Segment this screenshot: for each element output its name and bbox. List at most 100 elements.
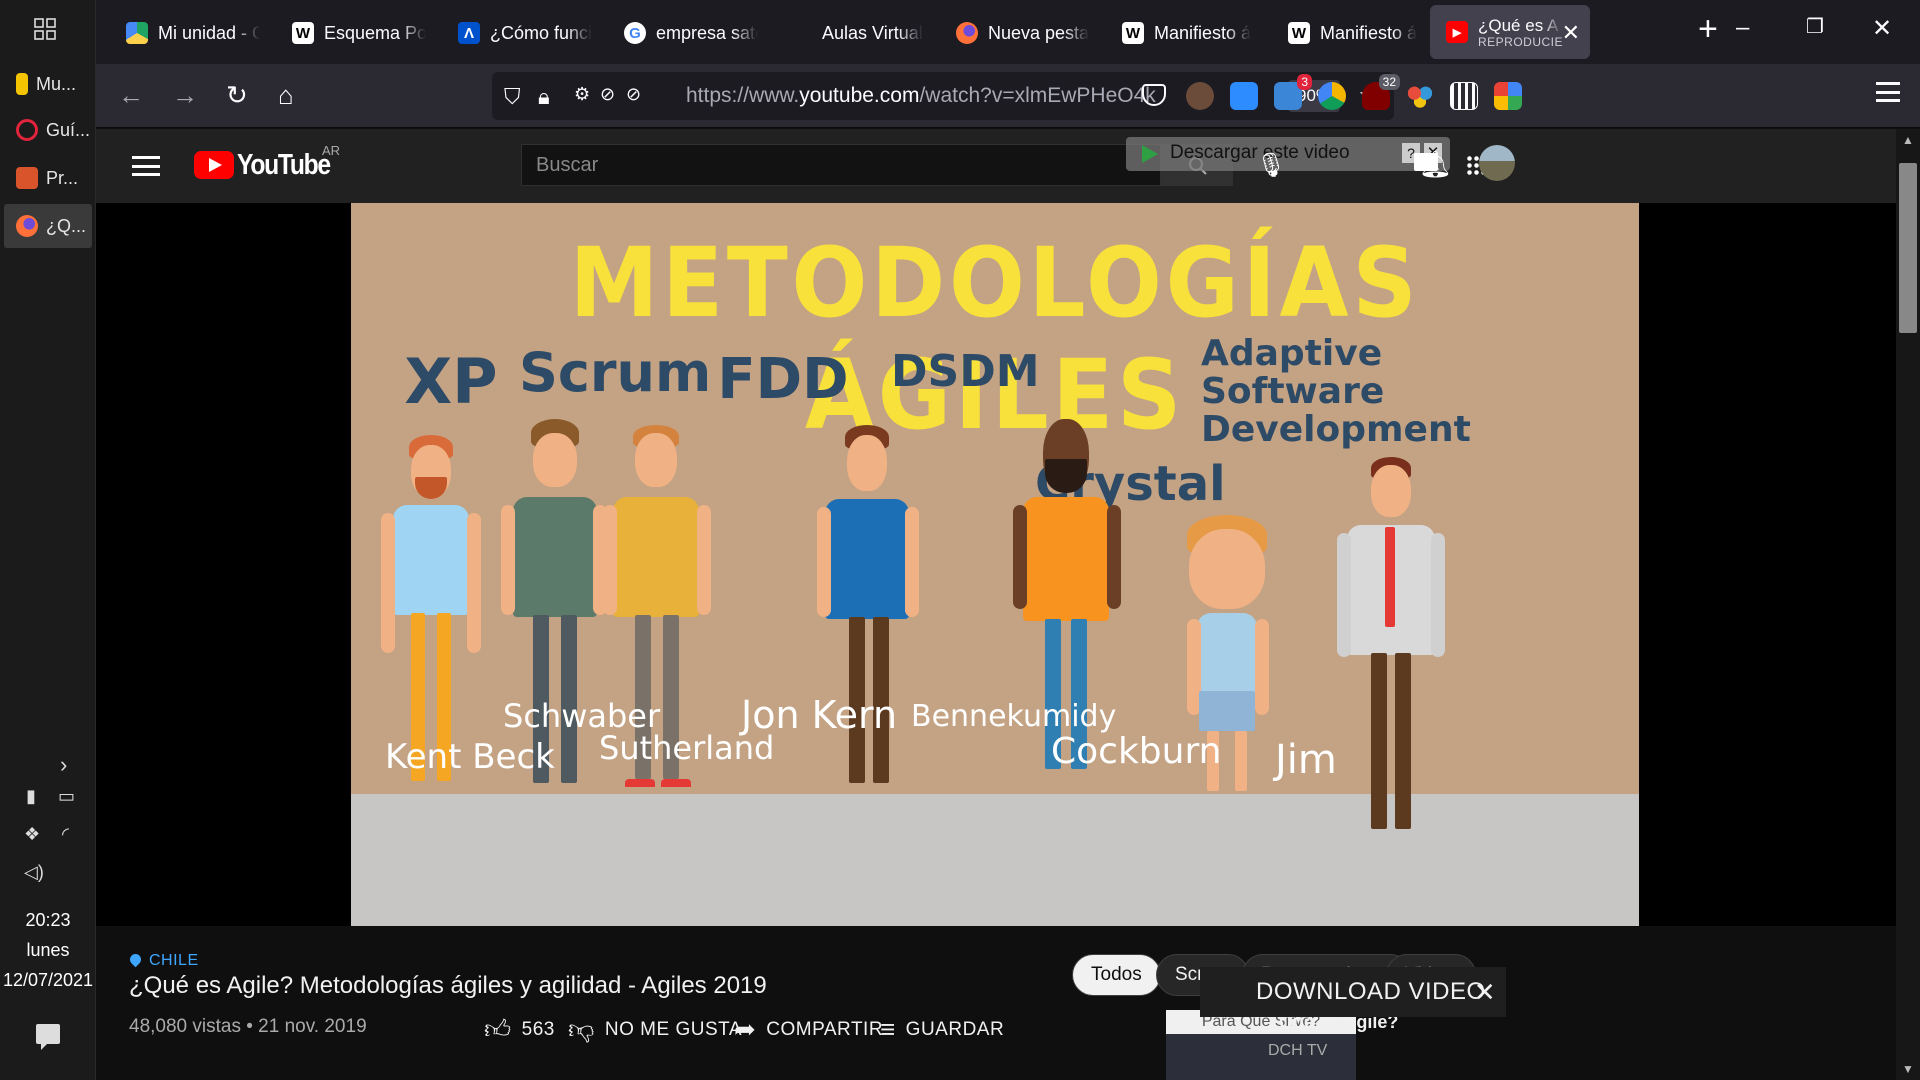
tab-google-drive[interactable]: Mi unidad - G — [110, 8, 260, 58]
url-path: /watch?v=xlmEwPHeO4k — [919, 84, 1156, 107]
chip-todos[interactable]: Todos — [1072, 954, 1161, 996]
volume-icon[interactable]: ◁) — [24, 862, 44, 883]
reload-button[interactable]: ↻ — [226, 80, 248, 111]
location-tag[interactable]: CHILE — [127, 951, 199, 970]
zoom-meetings-icon[interactable] — [1230, 82, 1258, 110]
url-text[interactable]: https://www.youtube.com/watch?v=xlmEwPHe… — [686, 84, 1156, 108]
permissions-icon[interactable]: ⚙ — [574, 84, 590, 105]
forward-button[interactable]: → — [172, 80, 198, 111]
autoplay-blocked-icon[interactable]: ⊘ — [626, 84, 641, 105]
taskbar-item-opera[interactable]: Guí... — [4, 108, 92, 152]
back-button[interactable]: ← — [118, 80, 144, 111]
grid-extension-icon[interactable] — [1450, 82, 1478, 110]
tab-google-search[interactable]: G empresa sate — [608, 8, 758, 58]
moodle-icon — [790, 22, 812, 44]
guide-menu-icon[interactable] — [132, 156, 160, 176]
tab-wikipedia-1[interactable]: W Esquema Por — [276, 8, 426, 58]
search-input[interactable]: Buscar — [521, 144, 1161, 186]
save-button[interactable]: ≡ GUARDAR — [880, 1014, 1004, 1045]
notification-icon[interactable] — [36, 1024, 60, 1050]
url-host: youtube.com — [799, 84, 920, 107]
ublock-icon[interactable]: 32 — [1362, 74, 1400, 110]
suggested-video-channel[interactable]: DCH TV — [1268, 1042, 1327, 1060]
plus-extension-icon[interactable]: 3 — [1274, 74, 1312, 110]
share-button[interactable]: ➦ COMPARTIR — [734, 1014, 883, 1045]
tab-wikipedia-3[interactable]: W Manifiesto á — [1272, 8, 1422, 58]
chevron-right-icon[interactable]: › — [60, 752, 67, 778]
atlassian-icon: Λ — [458, 22, 480, 44]
address-bar[interactable]: ⛉ 🔒︎ ⚙ ⊘ ⊘ https://www.youtube.com/watch… — [492, 72, 1394, 120]
taskbar-item-powerpoint[interactable]: Pr... — [4, 156, 92, 200]
share-icon: ➦ — [734, 1014, 757, 1044]
download-video-bar[interactable]: DOWNLOAD VIDEO ✕ — [1200, 967, 1506, 1017]
taskbar-item-label: ¿Q... — [46, 215, 86, 236]
location-pin-icon — [127, 951, 144, 968]
youtube-page: YouTube AR Buscar Descargar este video ?… — [96, 129, 1896, 1080]
video-player[interactable]: METODOLOGÍAS ÁGILES XP Scrum FDD DSDM Cr… — [96, 203, 1896, 926]
tracking-shield-icon[interactable]: ⛉ — [504, 84, 521, 110]
wikipedia-icon: W — [292, 22, 314, 44]
method-label-fdd: FDD — [717, 347, 849, 412]
notifications-bell-icon[interactable]: 🔔︎ — [1419, 149, 1452, 180]
restore-button[interactable]: ❐ — [1806, 14, 1824, 39]
wifi-icon[interactable]: ◜ — [62, 824, 69, 845]
clock-time[interactable]: 20:23 — [0, 910, 96, 931]
clock-day[interactable]: lunes — [0, 940, 96, 961]
tab-youtube-active[interactable]: ▶ ¿Qué es A REPRODUCIE ✕ — [1430, 5, 1590, 59]
color-picker-icon[interactable] — [1406, 82, 1434, 110]
video-info-section: CHILE ¿Qué es Agile? Metodologías ágiles… — [96, 926, 1896, 1080]
colorful-extension-icon[interactable] — [1318, 82, 1346, 110]
youtube-logo-icon[interactable] — [194, 151, 234, 179]
taskbar-item-notes[interactable]: Mu... — [4, 62, 92, 106]
tab-title-group: ¿Qué es A REPRODUCIE — [1478, 16, 1563, 49]
like-count: 563 — [521, 1018, 555, 1040]
youtube-logo-text[interactable]: YouTube — [237, 149, 331, 182]
google-meet-icon[interactable] — [1494, 82, 1522, 110]
dropbox-icon[interactable]: ❖ — [24, 824, 40, 845]
clock-date[interactable]: 12/07/2021 — [0, 970, 96, 991]
page-scrollbar[interactable]: ▲ ▼ — [1896, 129, 1920, 1080]
method-label-asd: Adaptive Software Development — [1201, 333, 1471, 450]
dislike-button[interactable]: 👎︎ NO ME GUSTA — [568, 1014, 742, 1045]
scroll-up-icon[interactable]: ▲ — [1902, 133, 1914, 147]
scroll-down-icon[interactable]: ▼ — [1902, 1062, 1914, 1076]
powerpoint-icon — [16, 167, 38, 189]
battery-icon[interactable]: ▭ — [58, 786, 75, 807]
home-button[interactable]: ⌂ — [278, 80, 294, 111]
tab-title: Mi unidad - G — [158, 22, 260, 43]
tab-title: Esquema Por — [324, 22, 426, 43]
wikipedia-icon: W — [1122, 22, 1144, 44]
microphone-icon[interactable]: ▮ — [26, 786, 36, 807]
tab-wikipedia-2[interactable]: W Manifiesto á — [1106, 8, 1256, 58]
task-view-icon[interactable] — [34, 18, 56, 40]
browser-tab-strip: Mi unidad - G W Esquema Por Λ ¿Cómo func… — [96, 0, 1920, 64]
tab-aulas-virtuales[interactable]: Aulas Virtual — [774, 8, 924, 58]
wikipedia-icon: W — [1288, 22, 1310, 44]
tab-new-tab[interactable]: Nueva pesta — [940, 8, 1090, 58]
tab-title: ¿Qué es A — [1478, 15, 1559, 35]
taskbar-item-firefox[interactable]: ¿Q... — [4, 204, 92, 248]
minimize-button[interactable]: – — [1736, 14, 1749, 42]
thumbs-down-icon: 👎︎ — [568, 1014, 595, 1044]
voice-search-icon[interactable]: 🎙︎ — [1256, 151, 1286, 180]
browser-toolbar: ← → ↻ ⌂ ⛉ 🔒︎ ⚙ ⊘ ⊘ https://www.youtube.c… — [96, 64, 1920, 128]
avatar[interactable] — [1479, 145, 1515, 181]
download-this-video-pill[interactable]: Descargar este video ? ✕ — [1126, 137, 1450, 171]
person-label-bennekumidy: Bennekumidy — [911, 699, 1117, 734]
app-menu-icon[interactable] — [1876, 82, 1900, 102]
taskbar-item-label: Mu... — [36, 73, 77, 94]
thumbnail-image — [1166, 1034, 1356, 1080]
lock-icon[interactable]: 🔒︎ — [538, 84, 550, 110]
download-video-label: DOWNLOAD VIDEO — [1256, 978, 1486, 1005]
new-tab-button[interactable]: + — [1698, 12, 1718, 46]
scrollbar-thumb[interactable] — [1899, 163, 1917, 333]
close-window-button[interactable]: ✕ — [1872, 14, 1892, 43]
tab-title: ¿Cómo funci — [490, 22, 592, 43]
close-icon[interactable]: ✕ — [1474, 967, 1496, 1017]
like-button[interactable]: 👍︎ 563 — [484, 1014, 555, 1045]
video-frame[interactable]: METODOLOGÍAS ÁGILES XP Scrum FDD DSDM Cr… — [351, 203, 1639, 926]
close-tab-icon[interactable]: ✕ — [1562, 20, 1580, 46]
screen-share-blocked-icon[interactable]: ⊘ — [600, 84, 615, 105]
profile-extension-icon[interactable] — [1186, 82, 1214, 110]
tab-atlassian[interactable]: Λ ¿Cómo funci — [442, 8, 592, 58]
